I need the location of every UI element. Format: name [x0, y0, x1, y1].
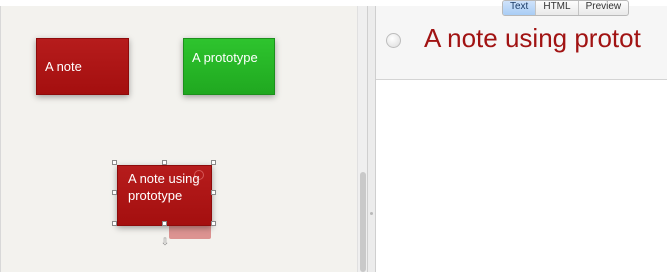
note-a-prototype[interactable]: A prototype: [183, 38, 275, 95]
tab-preview[interactable]: Preview: [577, 1, 629, 15]
resize-handle-top-right[interactable]: [211, 160, 216, 165]
title-radio-icon[interactable]: [386, 33, 401, 48]
note-a-note[interactable]: A note: [36, 38, 129, 95]
resize-handle-top[interactable]: [162, 160, 167, 165]
text-editor-area[interactable]: [376, 80, 667, 272]
note-label: A note: [45, 59, 82, 74]
note-label: A prototype: [192, 50, 258, 65]
resize-handle-bottom-right[interactable]: [211, 221, 216, 226]
resize-handle-bottom-left[interactable]: [112, 221, 117, 226]
resize-handle-bottom[interactable]: [162, 221, 167, 226]
note-title[interactable]: A note using protot: [424, 22, 667, 54]
tab-html[interactable]: HTML: [535, 1, 577, 15]
mode-tabs: Text HTML Preview: [502, 0, 630, 16]
note-label: A note using prototype: [128, 171, 200, 203]
text-pane-header: Text HTML Preview A note using protot: [376, 0, 667, 80]
resize-handle-right[interactable]: [211, 190, 216, 195]
splitter-grip-icon: [370, 212, 373, 215]
arrow-down-icon[interactable]: ⇩: [160, 238, 170, 248]
map-canvas[interactable]: A note A prototype A note using prototyp…: [0, 6, 357, 272]
scrollbar-thumb[interactable]: [360, 172, 366, 272]
resize-handle-top-left[interactable]: [112, 160, 117, 165]
canvas-scrollbar[interactable]: [357, 6, 367, 272]
text-pane: Text HTML Preview A note using protot: [376, 0, 667, 272]
note-a-note-using-prototype[interactable]: A note using prototype: [117, 165, 212, 226]
resize-handle-left[interactable]: [112, 190, 117, 195]
pane-splitter[interactable]: [367, 6, 376, 272]
tab-text[interactable]: Text: [503, 1, 536, 15]
